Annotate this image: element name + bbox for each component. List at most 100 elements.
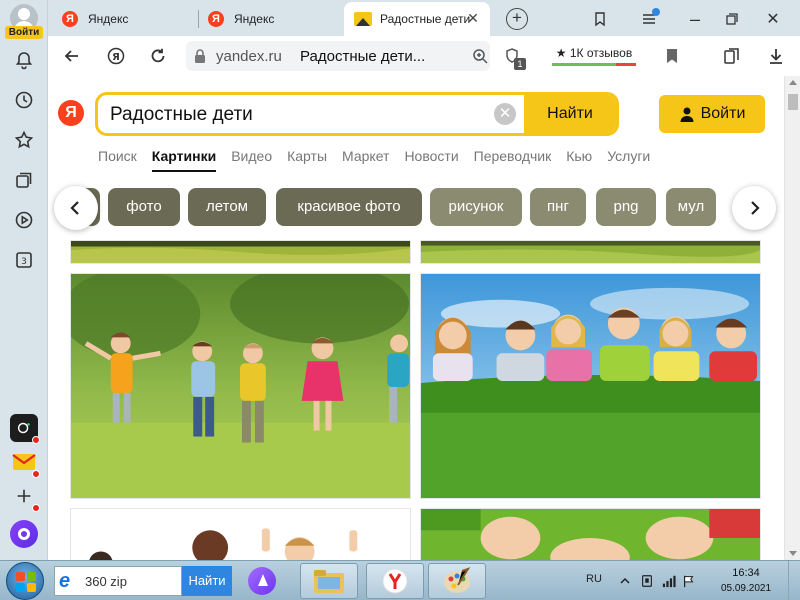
services-nav: Поиск Картинки Видео Карты Маркет Новости Пере… [98, 148, 665, 172]
windows-logo-icon [16, 572, 36, 592]
search-form: ✕ Найти [95, 92, 619, 136]
camera-app-icon[interactable] [10, 414, 40, 444]
service-tab[interactable]: Кью [566, 148, 592, 164]
image-result-kids-running[interactable] [70, 273, 411, 499]
protect-badge: 1 [514, 58, 526, 70]
collections-toolbar-icon[interactable] [720, 44, 744, 68]
query-chip[interactable]: рисунок [430, 188, 522, 226]
back-arrow-icon[interactable] [60, 44, 84, 68]
new-tab-button[interactable]: + [506, 8, 528, 30]
close-window-icon[interactable]: ✕ [762, 8, 784, 30]
tab-yandex-1[interactable]: Я Яндекс [52, 4, 196, 34]
related-queries: ифотолетомкрасивое фоторисунокпнгpngмул [70, 188, 782, 228]
svg-text:3: 3 [21, 257, 27, 267]
image-result-kids-lying[interactable] [420, 273, 761, 499]
reviews-badge[interactable]: ★ 1К отзывов [552, 44, 636, 66]
network-signal-icon[interactable] [660, 572, 678, 590]
close-tab-icon[interactable]: ✕ [466, 11, 480, 25]
login-button[interactable]: Войти [659, 95, 765, 133]
mail-app-icon[interactable] [10, 448, 40, 478]
service-tab[interactable]: Переводчик [474, 148, 552, 164]
tray-expand-icon[interactable] [616, 572, 634, 590]
query-chip[interactable]: пнг [530, 188, 586, 226]
clock-time[interactable]: 16:34 [714, 567, 778, 579]
image-result-kids-thumbsup[interactable] [70, 508, 411, 560]
bookmark-icon[interactable] [660, 44, 684, 68]
zoom-icon[interactable] [468, 44, 492, 68]
paint-palette-icon [444, 567, 471, 593]
login-button-label: Войти [700, 105, 746, 122]
clear-search-icon[interactable]: ✕ [494, 103, 516, 125]
add-app-icon[interactable] [10, 482, 40, 512]
page-content: Я ✕ Найти Войти Поиск Картинки Видео Карты М… [48, 76, 784, 560]
internet-explorer-icon: e [59, 570, 71, 592]
yandex-home-icon[interactable]: Я [104, 44, 128, 68]
query-chip[interactable]: мул [666, 188, 716, 226]
folder-icon [314, 570, 344, 593]
image-result-top-right[interactable] [420, 240, 761, 264]
paint-taskbar-button[interactable] [428, 563, 486, 599]
service-tab[interactable]: Карты [287, 148, 327, 164]
yandex-browser-taskbar-button[interactable] [366, 563, 424, 599]
protect-icon[interactable]: 1 [500, 44, 526, 70]
service-tab[interactable]: Новости [404, 148, 458, 164]
tab-images-active[interactable]: Радостные дети ✕ [344, 2, 490, 36]
query-chip[interactable]: красивое фото [276, 188, 422, 226]
url-field[interactable]: yandex.ru Радостные дети... [186, 41, 490, 71]
taskbar-search-text: 360 zip [85, 573, 127, 589]
service-tab[interactable]: Поиск [98, 148, 137, 164]
language-indicator[interactable]: RU [586, 573, 602, 585]
svg-text:Я: Я [112, 52, 120, 63]
clock-icon[interactable] [12, 88, 36, 112]
search-input[interactable] [110, 102, 490, 128]
service-tab[interactable]: Услуги [607, 148, 650, 164]
usb-device-icon[interactable] [638, 572, 656, 590]
flag-icon[interactable] [680, 572, 698, 590]
star-icon[interactable] [12, 128, 36, 152]
zen-icon[interactable]: 3 [12, 248, 36, 272]
user-icon [680, 107, 694, 122]
query-chip[interactable]: фото [108, 188, 180, 226]
page-scrollbar[interactable] [784, 76, 800, 560]
chips-prev-button[interactable] [54, 186, 98, 230]
chips-next-button[interactable] [732, 186, 776, 230]
chevron-right-icon [751, 201, 760, 215]
bookmark-manager-icon[interactable] [589, 8, 611, 30]
image-result-top-left[interactable] [70, 240, 411, 264]
collections-icon[interactable] [12, 168, 36, 192]
tab-yandex-2[interactable]: Я Яндекс [198, 4, 342, 34]
address-bar: Я yandex.ru Радостные дети... 1 ★ 1К отз… [48, 36, 800, 76]
notification-menu-icon[interactable] [638, 8, 660, 30]
taskbar-search-field[interactable]: e 360 zip [54, 566, 182, 596]
yandex-logo[interactable]: Я [58, 100, 84, 126]
explorer-taskbar-button[interactable] [300, 563, 358, 599]
scroll-thumb[interactable] [788, 94, 798, 110]
url-domain: yandex.ru [216, 48, 282, 65]
play-icon[interactable] [12, 208, 36, 232]
scroll-up-arrow-icon[interactable] [789, 80, 797, 85]
service-tab[interactable]: Маркет [342, 148, 389, 164]
service-tab[interactable]: Картинки [151, 148, 217, 172]
minimize-icon[interactable]: – [684, 8, 706, 30]
tab-title: Яндекс [88, 12, 129, 26]
image-result-kids-circle[interactable] [420, 508, 761, 560]
query-chip[interactable]: летом [188, 188, 266, 226]
alice-assistant-icon[interactable] [10, 520, 38, 548]
sidebar-login-badge[interactable]: Войти [5, 26, 43, 39]
clock-date[interactable]: 05.09.2021 [714, 583, 778, 594]
show-desktop-button[interactable] [788, 561, 800, 600]
restore-icon[interactable] [721, 8, 743, 30]
yandex-browser-icon [382, 568, 408, 594]
alice-taskbar-icon[interactable] [248, 567, 276, 595]
yandex-icon: Я [62, 11, 78, 27]
scroll-down-arrow-icon[interactable] [789, 551, 797, 556]
download-icon[interactable] [764, 44, 788, 68]
reload-icon[interactable] [146, 44, 170, 68]
taskbar-find-button[interactable]: Найти [182, 566, 232, 596]
start-button[interactable] [6, 562, 44, 600]
query-chip[interactable]: png [596, 188, 656, 226]
service-tab[interactable]: Видео [231, 148, 272, 164]
windows-taskbar: e 360 zip Найти RU 16:34 05.09.2021 [0, 560, 800, 600]
bell-icon[interactable] [12, 48, 36, 72]
search-button[interactable]: Найти [524, 95, 616, 133]
